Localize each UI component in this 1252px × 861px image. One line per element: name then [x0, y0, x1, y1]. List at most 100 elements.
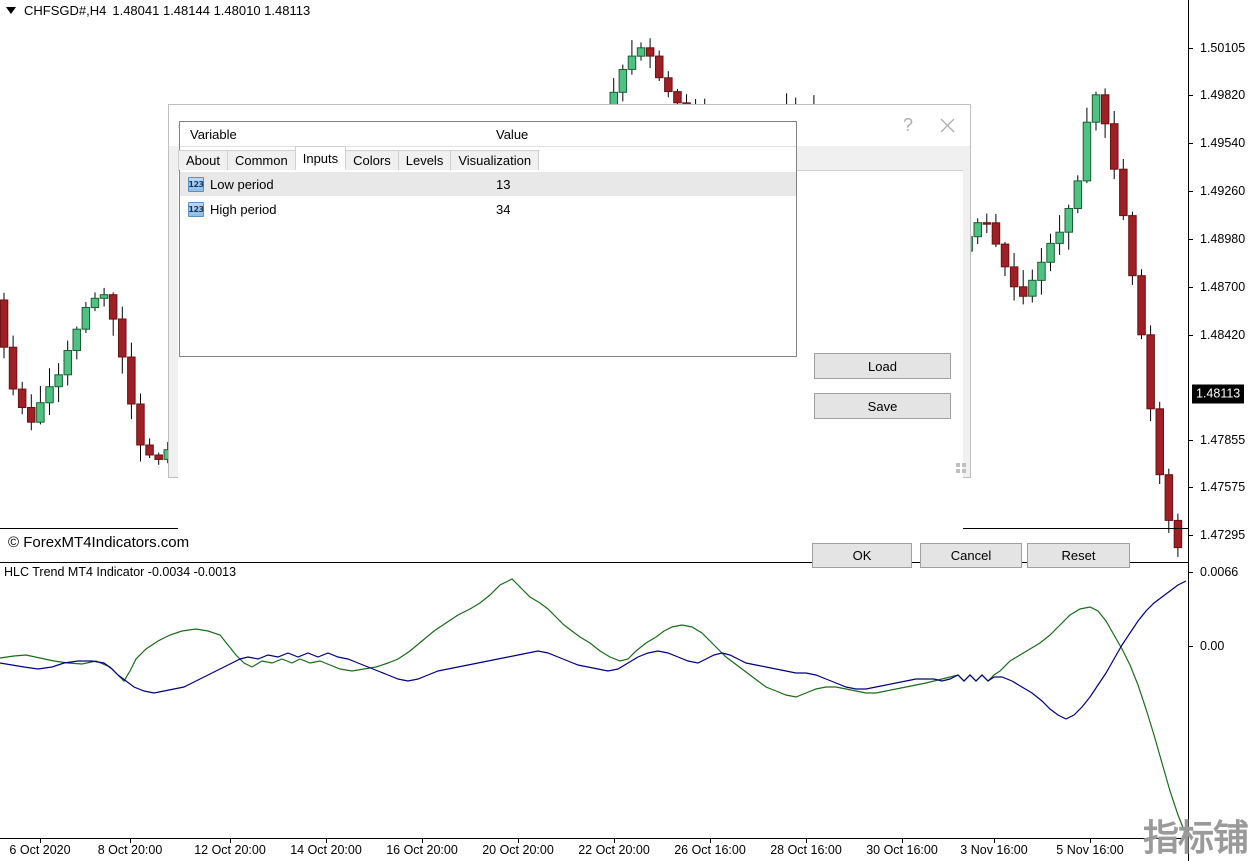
price-label: 1.48700 [1200, 280, 1245, 294]
candle-bearish [1129, 216, 1137, 276]
grip-dot [962, 469, 966, 473]
price-label: 1.50105 [1200, 41, 1245, 55]
current-price-label: 1.48113 [1192, 385, 1244, 404]
price-tick [1188, 191, 1193, 192]
variable-cell: 123Low period [180, 177, 489, 192]
candle-bearish [665, 78, 673, 92]
tab-label: About [186, 153, 220, 168]
value-cell[interactable]: 13 [489, 177, 796, 192]
tab-levels[interactable]: Levels [398, 150, 452, 170]
close-button[interactable] [925, 105, 970, 146]
candle-bullish [82, 308, 90, 330]
candle-bearish [1156, 409, 1164, 475]
candle-bullish [1065, 209, 1073, 233]
price-tick [1188, 143, 1193, 144]
variable-label: High period [210, 202, 277, 217]
titlebar-buttons: ? [891, 105, 970, 146]
custom-indicator-dialog[interactable]: Custom Indicator - HLC Trend MT4 Indicat… [168, 104, 971, 478]
candle-bullish [64, 351, 72, 375]
grip-dot [956, 469, 960, 473]
tab-about[interactable]: About [178, 150, 228, 170]
grip-dot [956, 463, 960, 467]
tab-common[interactable]: Common [227, 150, 296, 170]
tab-label: Colors [353, 153, 391, 168]
table-row[interactable]: 123High period34 [180, 197, 796, 222]
tab-visualization[interactable]: Visualization [450, 150, 539, 170]
candle-bullish [1047, 243, 1055, 262]
symbol-header[interactable]: CHFSGD#,H4 1.48041 1.48144 1.48010 1.481… [6, 3, 310, 18]
resize-grip[interactable] [956, 463, 967, 474]
candle-bullish [73, 329, 81, 350]
price-label: 1.47295 [1200, 528, 1245, 542]
candle-bullish [619, 70, 627, 93]
symbol-name: CHFSGD#,H4 [24, 3, 106, 18]
price-label: 1.49260 [1200, 184, 1245, 198]
save-button[interactable]: Save [814, 393, 951, 419]
candle-bullish [1056, 232, 1064, 243]
candle-bullish [37, 403, 45, 423]
candle-bearish [1001, 244, 1009, 267]
candle-bullish [1038, 262, 1046, 280]
time-axis[interactable]: 6 Oct 20208 Oct 20:0012 Oct 20:0014 Oct … [0, 838, 1188, 861]
candle-bullish [1074, 181, 1082, 209]
column-header-variable: Variable [180, 127, 489, 142]
ohlc-values: 1.48041 1.48144 1.48010 1.48113 [112, 3, 310, 18]
hlc-trend-lines [0, 563, 1188, 838]
candle-bearish [1147, 335, 1155, 409]
indicator-scale-tick [1188, 572, 1193, 573]
candle-bullish [637, 48, 645, 56]
column-header-value: Value [489, 127, 796, 142]
reset-button[interactable]: Reset [1027, 543, 1130, 568]
help-button[interactable]: ? [891, 105, 925, 146]
price-tick [1188, 48, 1193, 49]
number-icon: 123 [188, 177, 204, 192]
price-label: 1.47855 [1200, 433, 1245, 447]
indicator-scale-label: 0.0066 [1200, 565, 1238, 579]
candle-bearish [0, 300, 8, 347]
chevron-down-icon[interactable] [6, 7, 16, 14]
price-label: 1.47575 [1200, 480, 1245, 494]
variable-cell: 123High period [180, 202, 489, 217]
tab-label: Common [235, 153, 288, 168]
time-label: 5 Nov 16:00 [1056, 843, 1123, 857]
tab-inputs[interactable]: Inputs [295, 146, 346, 170]
price-label: 1.49820 [1200, 88, 1245, 102]
table-row[interactable]: 123Low period13 [180, 172, 796, 197]
candle-bearish [1120, 169, 1128, 215]
candle-bearish [992, 223, 1000, 244]
price-tick [1188, 335, 1193, 336]
time-label: 28 Oct 16:00 [770, 843, 842, 857]
price-label: 1.48980 [1200, 232, 1245, 246]
candle-bearish [28, 408, 36, 423]
candle-bearish [1020, 287, 1028, 297]
indicator-title: HLC Trend MT4 Indicator -0.0034 -0.0013 [4, 565, 236, 579]
indicator-pane[interactable] [0, 563, 1188, 838]
load-button[interactable]: Load [814, 353, 951, 379]
price-tick [1188, 535, 1193, 536]
watermark: 指标铺 [1143, 821, 1248, 857]
candle-bullish [1029, 280, 1037, 296]
time-label: 20 Oct 20:00 [482, 843, 554, 857]
candle-bearish [119, 319, 127, 357]
value-cell[interactable]: 34 [489, 202, 796, 217]
candle-bearish [674, 92, 682, 103]
tab-label: Levels [406, 153, 444, 168]
candle-bearish [137, 404, 145, 445]
table-header: Variable Value [180, 122, 796, 147]
tab-label: Inputs [303, 151, 338, 166]
price-tick [1188, 287, 1193, 288]
candle-bearish [1165, 475, 1173, 521]
candle-bearish [646, 48, 654, 56]
price-tick [1188, 440, 1193, 441]
tab-colors[interactable]: Colors [345, 150, 399, 170]
price-label: 1.48420 [1200, 328, 1245, 342]
grip-dot [962, 463, 966, 467]
mt4-chart-window: 1.501051.498201.495401.492601.489801.487… [0, 0, 1252, 861]
ok-button[interactable]: OK [812, 543, 912, 568]
time-label: 6 Oct 2020 [9, 843, 70, 857]
cancel-button[interactable]: Cancel [920, 543, 1022, 568]
candle-bullish [1083, 122, 1091, 181]
candle-bearish [1101, 95, 1109, 124]
time-label: 30 Oct 16:00 [866, 843, 938, 857]
price-axis-separator [1188, 0, 1189, 861]
